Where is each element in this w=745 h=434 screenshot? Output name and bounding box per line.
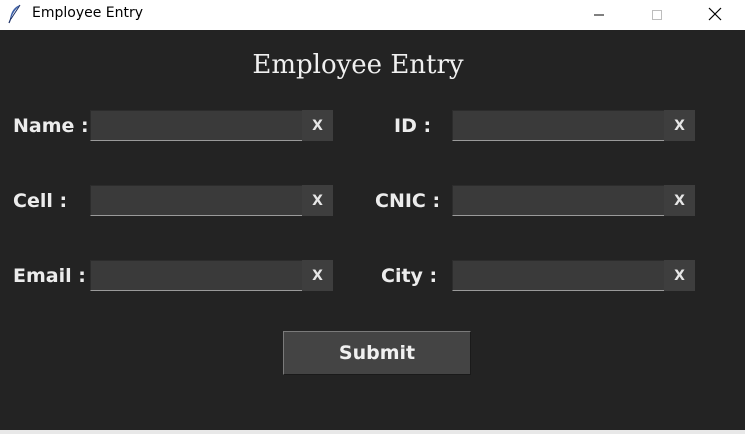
clear-name-button[interactable]: X bbox=[302, 110, 333, 141]
city-label: City : bbox=[381, 265, 438, 287]
clear-city-button[interactable]: X bbox=[664, 260, 695, 291]
close-icon bbox=[708, 6, 722, 25]
title-bar: Employee Entry bbox=[0, 0, 745, 30]
close-button[interactable] bbox=[692, 0, 738, 30]
clear-cell-button[interactable]: X bbox=[302, 185, 333, 216]
minimize-icon bbox=[593, 6, 605, 25]
cell-field[interactable] bbox=[90, 185, 303, 216]
id-field[interactable] bbox=[452, 110, 665, 141]
form-heading: Employee Entry bbox=[252, 50, 464, 80]
maximize-icon bbox=[651, 6, 663, 25]
feather-icon bbox=[8, 4, 22, 24]
minimize-button[interactable] bbox=[576, 0, 622, 30]
city-field[interactable] bbox=[452, 260, 665, 291]
name-label: Name : bbox=[13, 115, 89, 137]
cell-label: Cell : bbox=[13, 190, 68, 212]
window-bottom-border bbox=[0, 430, 745, 434]
email-field[interactable] bbox=[90, 260, 303, 291]
id-label: ID : bbox=[394, 115, 432, 137]
email-label: Email : bbox=[13, 265, 86, 287]
cnic-label: CNIC : bbox=[375, 190, 441, 212]
submit-button[interactable]: Submit bbox=[283, 331, 471, 375]
clear-email-button[interactable]: X bbox=[302, 260, 333, 291]
cnic-field[interactable] bbox=[452, 185, 665, 216]
app-window: Employee Entry Employee Entry Name : X I… bbox=[0, 0, 745, 434]
clear-id-button[interactable]: X bbox=[664, 110, 695, 141]
clear-cnic-button[interactable]: X bbox=[664, 185, 695, 216]
maximize-button[interactable] bbox=[634, 0, 680, 30]
window-title: Employee Entry bbox=[32, 5, 144, 21]
name-field[interactable] bbox=[90, 110, 303, 141]
